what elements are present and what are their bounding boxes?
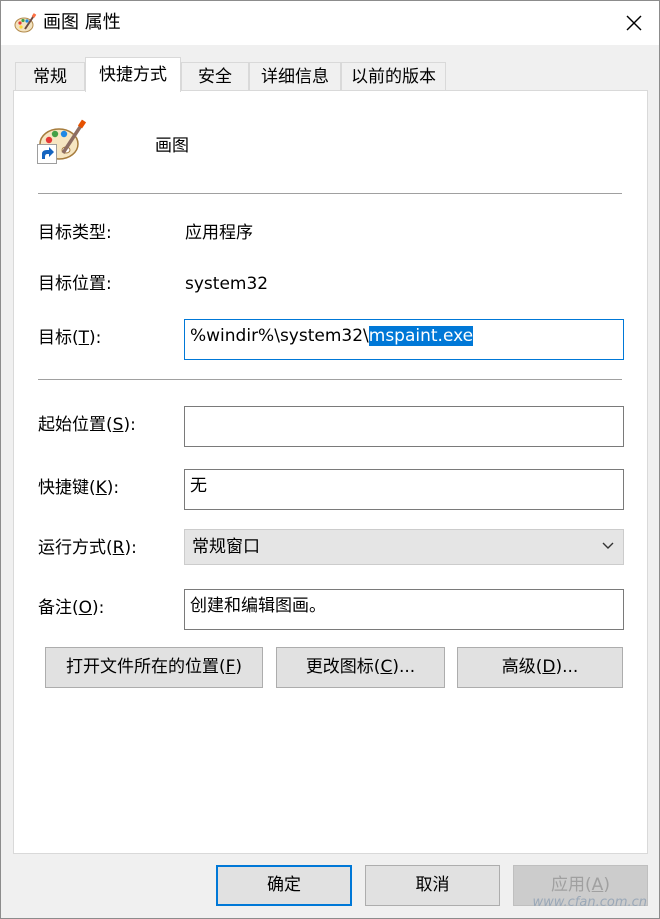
start-in-label: 起始位置(S): (38, 415, 136, 435)
ok-button[interactable]: 确定 (216, 865, 352, 906)
target-type-label: 目标类型: (38, 223, 112, 243)
target-label: 目标(T): (38, 328, 102, 348)
run-select[interactable]: 常规窗口 (184, 529, 624, 565)
hotkey-label: 快捷键(K): (38, 478, 120, 498)
watermark: www.cfan.com.cn (532, 895, 647, 910)
comment-label: 备注(O): (38, 598, 105, 618)
tab-details[interactable]: 详细信息 (249, 62, 341, 91)
run-select-value: 常规窗口 (192, 537, 260, 557)
cancel-button[interactable]: 取消 (365, 865, 500, 906)
target-type-value: 应用程序 (185, 223, 253, 243)
shortcut-name: 画图 (155, 136, 189, 156)
tab-shortcut[interactable]: 快捷方式 (85, 57, 181, 92)
chevron-down-icon (602, 542, 614, 549)
close-button[interactable] (609, 1, 659, 45)
target-location-value: system32 (185, 274, 269, 294)
hotkey-input[interactable]: 无 (184, 469, 624, 510)
tab-general[interactable]: 常规 (15, 62, 85, 91)
properties-dialog: 画图 属性 常规 快捷方式 安全 详细信息 以前的版本 画图 目标类型: 应用程… (0, 0, 660, 919)
advanced-button[interactable]: 高级(D)... (457, 647, 623, 688)
comment-input[interactable]: 创建和编辑图画。 (184, 589, 624, 630)
divider-top (38, 193, 622, 194)
run-label: 运行方式(R): (38, 538, 137, 558)
tab-previous-versions[interactable]: 以前的版本 (341, 62, 446, 91)
target-location-label: 目标位置: (38, 274, 112, 294)
paint-palette-icon (14, 13, 37, 33)
shortcut-arrow-icon (37, 144, 57, 164)
divider-middle (38, 379, 622, 380)
target-selected-text: mspaint.exe (368, 326, 474, 346)
title-bar: 画图 属性 (1, 1, 659, 45)
open-file-location-button[interactable]: 打开文件所在的位置(F) (45, 647, 263, 688)
target-input[interactable]: %windir%\system32\mspaint.exe (184, 319, 624, 360)
close-icon (626, 15, 642, 31)
tab-security[interactable]: 安全 (181, 62, 249, 91)
start-in-input[interactable] (184, 406, 624, 447)
change-icon-button[interactable]: 更改图标(C)... (276, 647, 445, 688)
window-title: 画图 属性 (43, 12, 121, 33)
